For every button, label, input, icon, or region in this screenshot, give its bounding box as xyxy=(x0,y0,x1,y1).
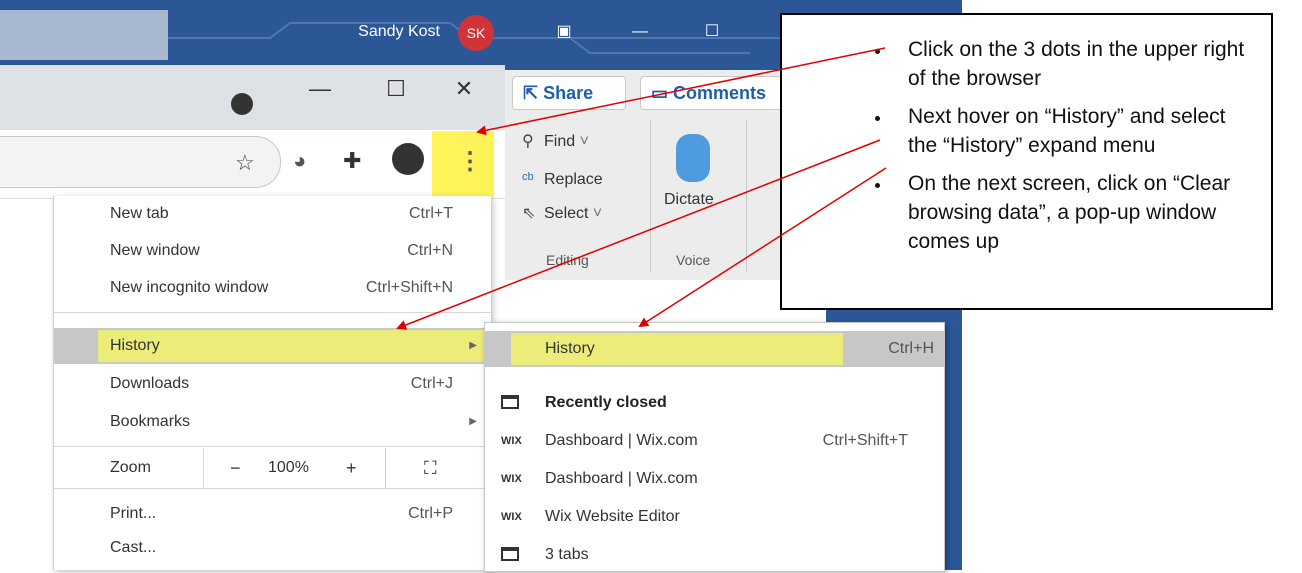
editing-group-label: Editing xyxy=(546,252,589,268)
recent-item[interactable]: WIX Wix Website Editor xyxy=(485,499,944,535)
zoom-value: 100% xyxy=(268,459,309,476)
menu-divider xyxy=(54,488,491,489)
menu-label: History xyxy=(110,337,160,354)
chevron-down-icon: ˅ xyxy=(575,133,589,150)
dictate-button[interactable]: Dictate xyxy=(664,186,714,214)
minimize-icon[interactable]: — xyxy=(290,66,350,112)
menu-shortcut: Ctrl+J xyxy=(410,375,453,392)
profile-avatar-icon[interactable] xyxy=(392,143,424,175)
tab-search-icon[interactable] xyxy=(231,93,253,115)
office-minimize-icon[interactable]: — xyxy=(622,15,658,49)
menu-label: Downloads xyxy=(110,375,190,392)
share-button[interactable]: ⇱ Share xyxy=(512,76,626,110)
recent-item-tabs[interactable]: 3 tabs xyxy=(485,537,944,573)
dictate-label: Dictate xyxy=(664,191,714,208)
recent-item-label: 3 tabs xyxy=(545,546,589,563)
history-submenu: History Ctrl+H Recently closed WIX Dashb… xyxy=(484,322,945,572)
recent-item-label: Dashboard | Wix.com xyxy=(545,470,698,487)
chrome-main-menu: New tab Ctrl+T New window Ctrl+N New inc… xyxy=(53,196,491,570)
replace-label: Replace xyxy=(544,171,603,188)
submenu-shortcut: Ctrl+H xyxy=(888,340,934,357)
window-icon xyxy=(501,547,519,561)
instruction-step: On the next screen, click on “Clear brow… xyxy=(892,169,1251,256)
select-button[interactable]: ⇖ Select ˅ xyxy=(522,200,602,228)
share-label: Share xyxy=(543,83,594,103)
submenu-label: History xyxy=(545,340,595,357)
ribbon-separator xyxy=(650,120,651,272)
menu-label: New tab xyxy=(110,205,169,222)
maximize-icon[interactable]: ☐ xyxy=(366,66,426,112)
menu-item-new-incognito[interactable]: New incognito window Ctrl+Shift+N xyxy=(54,270,491,306)
share-icon: ⇱ xyxy=(523,83,539,103)
wix-icon: WIX xyxy=(501,435,522,447)
menu-item-bookmarks[interactable]: Bookmarks ▶ xyxy=(54,404,491,440)
recent-item-label: Dashboard | Wix.com xyxy=(545,432,698,449)
replace-icon: ᶜᵇ xyxy=(522,171,534,188)
submenu-arrow-icon: ▶ xyxy=(469,340,477,351)
menu-item-history[interactable]: History ▶ xyxy=(54,328,491,364)
recent-item[interactable]: WIX Dashboard | Wix.com Ctrl+Shift+T xyxy=(485,423,944,459)
zoom-out-button[interactable]: − xyxy=(230,448,241,488)
menu-shortcut: Ctrl+T xyxy=(409,205,453,222)
fullscreen-icon[interactable]: ⛶ xyxy=(424,448,437,488)
menu-item-downloads[interactable]: Downloads Ctrl+J xyxy=(54,366,491,402)
office-user-name: Sandy Kost xyxy=(358,23,440,40)
zoom-in-button[interactable]: + xyxy=(346,448,357,488)
instruction-step: Click on the 3 dots in the upper right o… xyxy=(892,35,1251,93)
instruction-list: Click on the 3 dots in the upper right o… xyxy=(782,15,1271,256)
menu-label: New incognito window xyxy=(110,279,269,296)
menu-label: Zoom xyxy=(110,459,151,476)
instruction-step: Next hover on “History” and select the “… xyxy=(892,102,1251,160)
ribbon-display-icon[interactable]: ▣ xyxy=(546,15,582,49)
voice-group-label: Voice xyxy=(676,252,711,268)
window-icon xyxy=(501,395,519,409)
extensions-puzzle-icon[interactable]: ✚ xyxy=(343,148,361,174)
select-label: Select xyxy=(544,205,589,222)
menu-item-new-tab[interactable]: New tab Ctrl+T xyxy=(54,196,491,232)
three-dots-menu-icon[interactable]: ⋮ xyxy=(458,150,482,174)
find-icon: ⚲ xyxy=(522,133,534,150)
zoom-divider xyxy=(384,448,386,488)
menu-item-zoom: Zoom − 100% + ⛶ xyxy=(54,448,491,488)
microphone-icon xyxy=(676,134,710,182)
recently-closed-label: Recently closed xyxy=(545,394,667,411)
menu-shortcut: Ctrl+N xyxy=(407,242,453,259)
menu-label: Bookmarks xyxy=(110,413,191,430)
ribbon-separator xyxy=(746,120,747,272)
menu-item-cast[interactable]: Cast... xyxy=(54,530,491,566)
close-icon[interactable]: ✕ xyxy=(434,66,494,112)
office-maximize-icon[interactable]: ☐ xyxy=(694,15,730,49)
instruction-callout: Click on the 3 dots in the upper right o… xyxy=(780,13,1273,310)
menu-label: New window xyxy=(110,242,200,259)
recent-item-shortcut: Ctrl+Shift+T xyxy=(822,432,908,449)
menu-divider xyxy=(54,312,491,313)
zoom-divider xyxy=(202,448,204,488)
menu-item-print[interactable]: Print... Ctrl+P xyxy=(54,496,491,532)
recently-closed-header: Recently closed xyxy=(485,385,944,421)
menu-item-new-window[interactable]: New window Ctrl+N xyxy=(54,233,491,269)
comments-button[interactable]: ▭ Comments xyxy=(640,76,792,110)
replace-button[interactable]: ᶜᵇ Replace xyxy=(522,166,603,194)
extension-icon[interactable]: ◕ xyxy=(293,148,306,174)
bookmark-star-icon[interactable]: ☆ xyxy=(235,150,255,176)
find-label: Find xyxy=(544,133,576,150)
menu-divider xyxy=(54,446,491,447)
cursor-icon: ⇖ xyxy=(522,205,536,222)
comments-label: Comments xyxy=(673,83,767,103)
recent-item[interactable]: WIX Dashboard | Wix.com xyxy=(485,461,944,497)
wix-icon: WIX xyxy=(501,511,522,523)
comment-icon: ▭ xyxy=(651,83,669,103)
office-search-box[interactable] xyxy=(0,10,168,60)
user-avatar[interactable]: SK xyxy=(458,15,494,51)
wix-icon: WIX xyxy=(501,473,522,485)
submenu-item-history[interactable]: History Ctrl+H xyxy=(485,331,944,367)
menu-label: Cast... xyxy=(110,539,157,556)
find-button[interactable]: ⚲ Find ˅ xyxy=(522,128,589,156)
menu-shortcut: Ctrl+P xyxy=(408,505,453,522)
menu-shortcut: Ctrl+Shift+N xyxy=(365,279,453,296)
menu-label: Print... xyxy=(110,505,157,522)
chevron-down-icon: ˅ xyxy=(588,205,603,222)
recent-item-label: Wix Website Editor xyxy=(545,508,680,525)
submenu-arrow-icon: ▶ xyxy=(469,416,477,427)
